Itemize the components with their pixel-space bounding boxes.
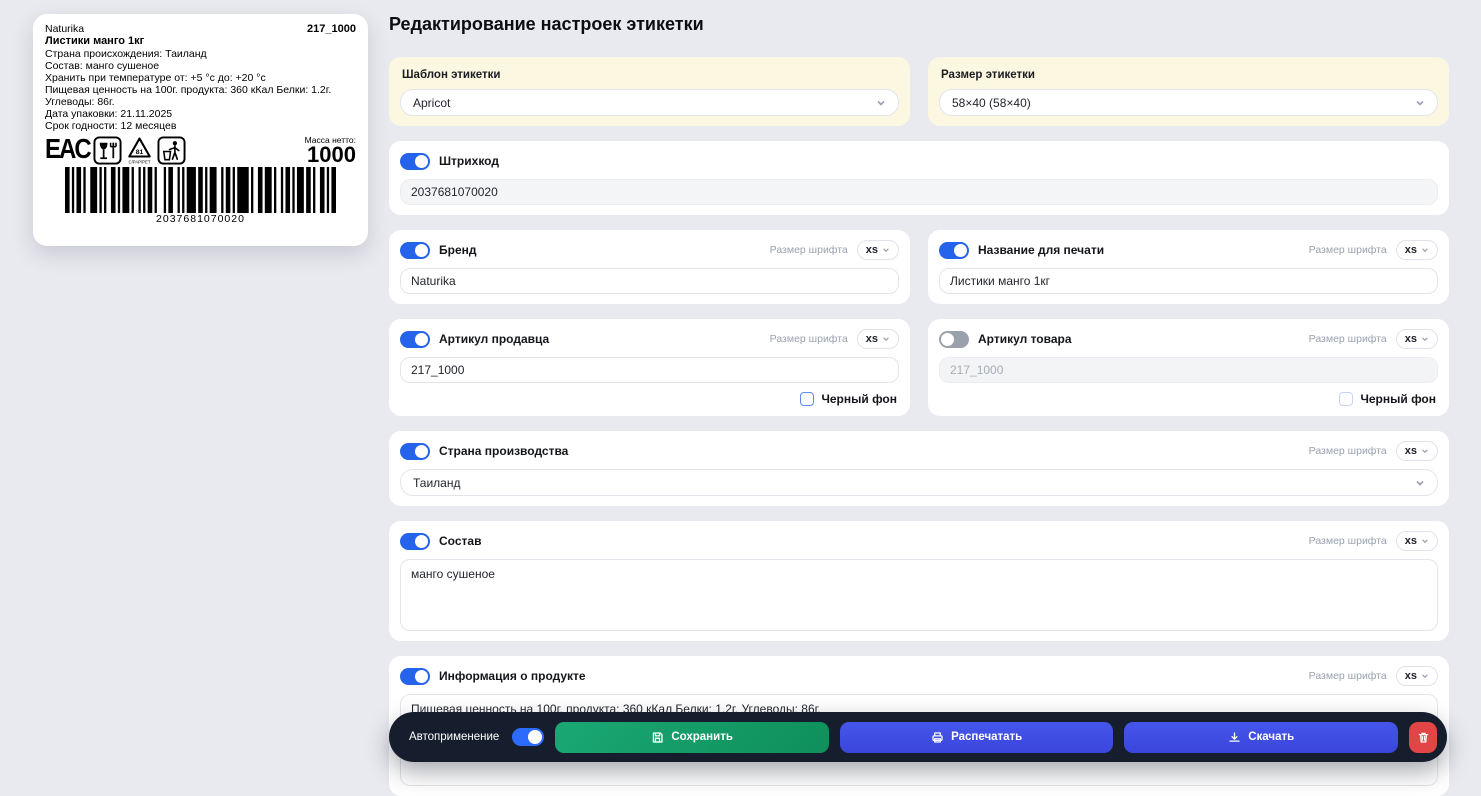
field-card-brand: Бренд Размер шрифта xs [389,230,910,304]
field-card-country: Страна производства Размер шрифта xs Таи… [389,431,1449,506]
chevron-down-icon [1421,537,1429,545]
barcode-toggle[interactable] [400,153,430,170]
preview-storage-line: Хранить при температуре от: +5 °с до: +2… [45,72,356,84]
product-article-toggle[interactable] [939,331,969,348]
autoapply-toggle[interactable] [512,728,544,746]
font-size-label: Размер шрифта [1309,535,1387,547]
print-name-field-label: Название для печати [978,243,1104,257]
country-font-size-select[interactable]: xs [1396,441,1438,461]
svg-text:81: 81 [135,148,143,155]
font-size-label: Размер шрифта [1309,670,1387,682]
field-card-print-name: Название для печати Размер шрифта xs [928,230,1449,304]
font-size-label: Размер шрифта [1309,333,1387,345]
print-name-input[interactable] [939,268,1438,294]
print-button[interactable]: Распечатать [840,722,1114,753]
seller-article-toggle[interactable] [400,331,430,348]
field-card-barcode: Штрихкод [389,141,1449,215]
preview-article: 217_1000 [307,23,356,35]
product-article-field-label: Артикул товара [978,332,1072,346]
black-bg-label: Черный фон [821,392,897,406]
seller-article-input[interactable] [400,357,899,383]
net-weight-value: 1000 [305,145,356,165]
composition-textarea[interactable]: манго сушеное [400,559,1438,631]
product-article-font-size-select[interactable]: xs [1396,329,1438,349]
field-card-seller-article: Артикул продавца Размер шрифта xs Черный… [389,319,910,416]
preview-country-line: Страна происхождения: Таиланд [45,48,356,60]
product-article-black-bg-checkbox[interactable] [1339,392,1353,406]
product-info-font-size-select[interactable]: xs [1396,666,1438,686]
preview-shelf-life-line: Срок годности: 12 месяцев [45,120,356,132]
product-info-field-label: Информация о продукте [439,669,586,683]
preview-brand: Naturika [45,23,84,35]
tidy-man-icon [157,136,186,165]
product-info-toggle[interactable] [400,668,430,685]
preview-nutrition-line: Пищевая ценность на 100г. продукта: 360 … [45,84,356,108]
product-article-input[interactable] [939,357,1438,383]
chevron-down-icon [1421,246,1429,254]
country-toggle[interactable] [400,443,430,460]
black-bg-label: Черный фон [1360,392,1436,406]
brand-input[interactable] [400,268,899,294]
font-size-label: Размер шрифта [770,244,848,256]
country-field-label: Страна производства [439,444,568,458]
seller-article-black-bg-checkbox[interactable] [800,392,814,406]
chevron-down-icon [882,246,890,254]
download-icon [1228,731,1241,744]
chevron-down-icon [1421,447,1429,455]
preview-product-name: Листики манго 1кг [45,35,356,48]
preview-composition-line: Состав: манго сушеное [45,60,356,72]
brand-font-size-select[interactable]: xs [857,240,899,260]
chevron-down-icon [882,335,890,343]
chevron-down-icon [1421,335,1429,343]
chevron-down-icon [1421,672,1429,680]
eac-mark-icon: EAC [45,136,90,164]
trash-icon [1417,731,1430,744]
footer-action-bar: Автоприменение Сохранить Распечатать Ска… [389,712,1447,762]
composition-field-label: Состав [439,534,481,548]
delete-button[interactable] [1409,722,1437,753]
download-button[interactable]: Скачать [1124,722,1398,753]
font-size-label: Размер шрифта [1309,445,1387,457]
chevron-down-icon [876,98,886,108]
barcode-input[interactable] [400,179,1438,205]
size-select[interactable]: 58×40 (58×40) [939,89,1438,116]
barcode-image [65,167,336,213]
barcode-number: 2037681070020 [45,213,356,225]
page-title: Редактирование настроек этикетки [389,14,1449,35]
save-icon [651,731,664,744]
chevron-down-icon [1415,98,1425,108]
font-size-label: Размер шрифта [770,333,848,345]
field-card-product-article: Артикул товара Размер шрифта xs Черный ф… [928,319,1449,416]
seller-article-field-label: Артикул продавца [439,332,549,346]
field-card-composition: Состав Размер шрифта xs манго сушеное [389,521,1449,641]
template-card: Шаблон этикетки Apricot [389,57,910,126]
autoapply-label: Автоприменение [409,731,499,743]
recycle-triangle-icon: 81 C/PAP/PET [125,136,154,165]
save-button[interactable]: Сохранить [555,722,829,753]
seller-article-font-size-select[interactable]: xs [857,329,899,349]
country-select[interactable]: Таиланд [400,469,1438,496]
composition-toggle[interactable] [400,533,430,550]
template-label: Шаблон этикетки [402,69,899,81]
print-name-toggle[interactable] [939,242,969,259]
template-select[interactable]: Apricot [400,89,899,116]
food-contact-icon [93,136,122,165]
label-preview: Naturika 217_1000 Листики манго 1кг Стра… [33,14,368,246]
print-name-font-size-select[interactable]: xs [1396,240,1438,260]
printer-icon [931,731,944,744]
barcode-field-label: Штрихкод [439,154,499,168]
svg-text:C/PAP/PET: C/PAP/PET [128,159,150,164]
size-label: Размер этикетки [941,69,1438,81]
brand-toggle[interactable] [400,242,430,259]
brand-field-label: Бренд [439,243,477,257]
font-size-label: Размер шрифта [1309,244,1387,256]
settings-panel: Редактирование настроек этикетки Шаблон … [389,0,1449,796]
chevron-down-icon [1415,478,1425,488]
composition-font-size-select[interactable]: xs [1396,531,1438,551]
preview-pack-date-line: Дата упаковки: 21.11.2025 [45,108,356,120]
size-card: Размер этикетки 58×40 (58×40) [928,57,1449,126]
